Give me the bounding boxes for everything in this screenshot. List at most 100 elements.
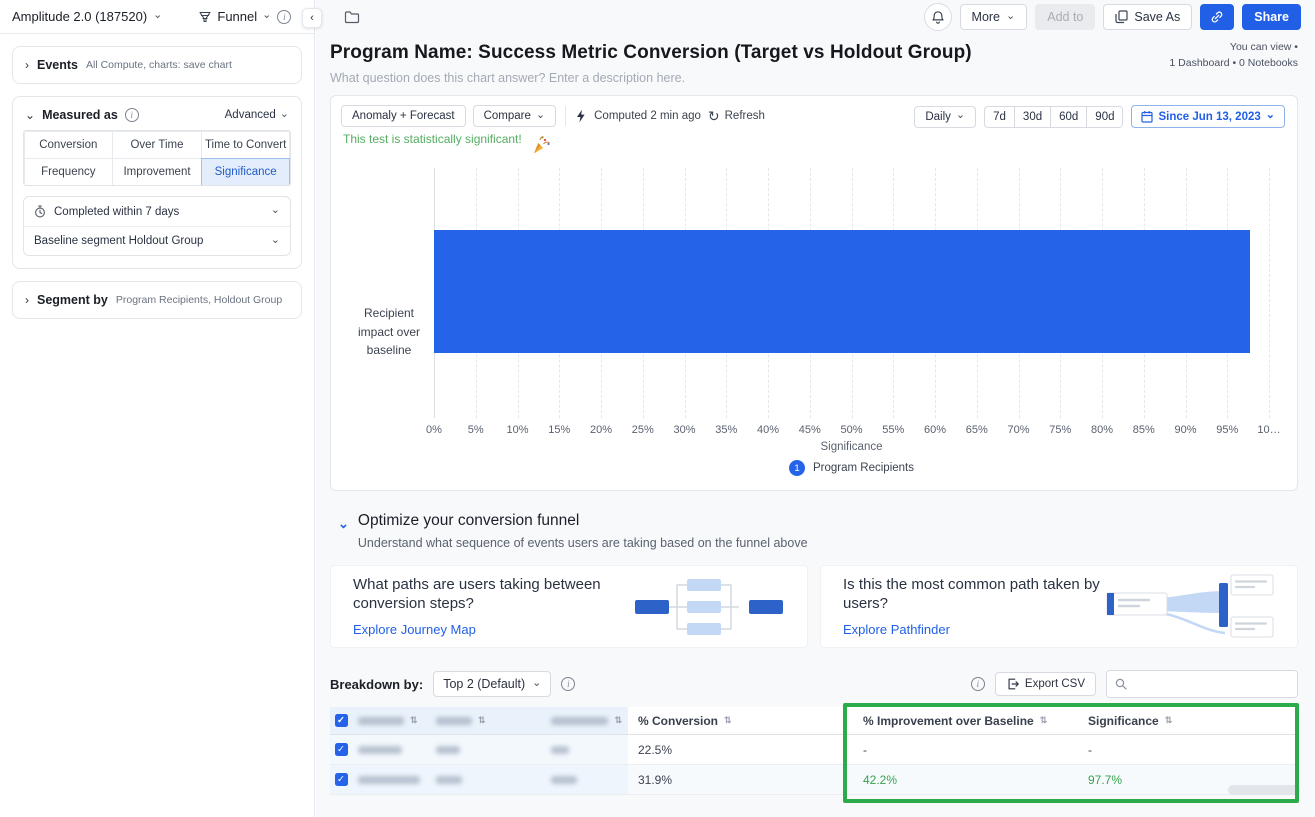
folder-icon[interactable] xyxy=(344,10,360,24)
copy-link-button[interactable] xyxy=(1200,4,1234,30)
search-input[interactable] xyxy=(1133,677,1289,691)
sidebar-header: Amplitude 2.0 (187520) ⌄ Funnel ⌄ i xyxy=(0,0,314,34)
explore-pathfinder-link[interactable]: Explore Pathfinder xyxy=(843,622,1105,637)
promo-cards: What paths are users taking between conv… xyxy=(330,565,1298,648)
range-7d-button[interactable]: 7d xyxy=(984,106,1015,128)
redacted-header-conversion[interactable]: ⇅ xyxy=(545,707,628,735)
title-block: Program Name: Success Metric Conversion … xyxy=(330,42,1298,85)
measured-as-label: Measured as xyxy=(42,108,118,122)
redacted-header-count[interactable]: ⇅ xyxy=(430,707,545,735)
chart-type-label: Funnel xyxy=(217,9,257,24)
segment-by-section[interactable]: › Segment by Program Recipients, Holdout… xyxy=(12,281,302,319)
description-placeholder[interactable]: What question does this chart answer? En… xyxy=(330,71,1298,85)
baseline-segment-dropdown[interactable]: Baseline segment Holdout Group ⌄ xyxy=(24,226,290,255)
info-icon[interactable]: i xyxy=(277,10,291,24)
range-30d-button[interactable]: 30d xyxy=(1014,106,1051,128)
usage-label[interactable]: 1 Dashboard • 0 Notebooks xyxy=(1169,56,1298,72)
sort-icon: ⇅ xyxy=(478,715,486,726)
chevron-down-icon: ⌄ xyxy=(1006,11,1015,22)
compare-button[interactable]: Compare⌄ xyxy=(473,105,557,127)
redacted-cell xyxy=(545,765,628,795)
chevron-down-icon: ⌄ xyxy=(536,110,545,121)
workspace-selector[interactable]: Amplitude 2.0 (187520) xyxy=(12,9,147,24)
chevron-down-icon: ⌄ xyxy=(271,205,280,216)
tab-significance[interactable]: Significance xyxy=(201,158,291,186)
info-icon[interactable]: i xyxy=(971,677,985,691)
party-popper-icon xyxy=(530,134,552,156)
chevron-down-icon[interactable]: ⌄ xyxy=(338,516,349,550)
explore-journey-map-link[interactable]: Explore Journey Map xyxy=(353,622,618,637)
row-checkbox[interactable]: ✓ xyxy=(330,735,352,765)
notifications-button[interactable] xyxy=(924,3,952,31)
anomaly-forecast-button[interactable]: Anomaly + Forecast xyxy=(341,105,466,127)
more-button[interactable]: More⌄ xyxy=(960,4,1028,30)
breakdown-selector[interactable]: Top 2 (Default)⌄ xyxy=(433,671,551,697)
export-csv-button[interactable]: Export CSV xyxy=(995,672,1096,696)
select-all-checkbox[interactable]: ✓ xyxy=(330,707,352,735)
redacted-cell xyxy=(430,765,545,795)
redacted-cell xyxy=(545,735,628,765)
chevron-down-icon: ⌄ xyxy=(262,10,271,21)
chart-card: Anomaly + Forecast Compare⌄ Computed 2 m… xyxy=(330,95,1298,491)
tab-frequency[interactable]: Frequency xyxy=(24,158,114,186)
journey-map-card[interactable]: What paths are users taking between conv… xyxy=(330,565,808,648)
lightning-icon[interactable] xyxy=(575,109,587,123)
chevron-right-icon: › xyxy=(25,58,29,72)
permission-label: You can view • xyxy=(1169,40,1298,56)
chevron-down-icon: ⌄ xyxy=(280,109,289,120)
tab-improvement[interactable]: Improvement xyxy=(112,158,202,186)
sidebar-collapse-button[interactable]: ‹ xyxy=(302,8,322,28)
info-icon[interactable]: i xyxy=(561,677,575,691)
tab-time-to-convert[interactable]: Time to Convert xyxy=(201,131,291,159)
page-title[interactable]: Program Name: Success Metric Conversion … xyxy=(330,42,1298,64)
significance-note: This test is statistically significant! xyxy=(343,132,552,156)
cell-conversion: 22.5% xyxy=(628,735,853,765)
x-axis-ticks: 0%5% 10%15% 20%25% 30%35% 40%45% 50%55% … xyxy=(434,424,1269,438)
funnel-icon xyxy=(198,10,212,24)
tab-conversion[interactable]: Conversion xyxy=(24,131,114,159)
cell-significance: - xyxy=(1078,735,1298,765)
header-pct-conversion[interactable]: % Conversion⇅ xyxy=(628,707,853,735)
chevron-down-icon: ⌄ xyxy=(153,10,162,21)
chevron-down-icon[interactable]: ⌄ xyxy=(25,108,35,122)
main-content: More⌄ Add to Save As Share Program Name:… xyxy=(316,0,1315,817)
chevron-down-icon: ⌄ xyxy=(532,678,541,689)
add-to-button: Add to xyxy=(1035,4,1095,30)
header-significance[interactable]: Significance⇅ xyxy=(1078,707,1298,735)
chart-legend[interactable]: 1 Program Recipients xyxy=(434,460,1269,476)
horizontal-scrollbar[interactable] xyxy=(1228,785,1300,795)
save-as-button[interactable]: Save As xyxy=(1103,4,1192,30)
events-section[interactable]: › Events All Compute, charts: save chart xyxy=(12,46,302,84)
info-icon[interactable]: i xyxy=(125,108,139,122)
refresh-button[interactable]: ↻Refresh xyxy=(708,108,765,125)
chevron-right-icon: › xyxy=(25,293,29,307)
chart-type-selector[interactable]: Funnel ⌄ xyxy=(198,9,271,24)
chevron-down-icon: ⌄ xyxy=(1266,110,1275,121)
main-topbar: More⌄ Add to Save As Share xyxy=(316,0,1315,34)
computed-timestamp: Computed 2 min ago xyxy=(594,110,701,122)
date-range-button[interactable]: Since Jun 13, 2023 ⌄ xyxy=(1131,105,1285,128)
completed-within-dropdown[interactable]: Completed within 7 days ⌄ xyxy=(24,197,290,226)
significance-bar[interactable] xyxy=(434,230,1250,353)
redacted-header-segment[interactable]: ⇅ xyxy=(352,707,430,735)
link-icon xyxy=(1210,10,1224,24)
header-pct-improvement[interactable]: % Improvement over Baseline⇅ xyxy=(853,707,1078,735)
range-group: 7d 30d 60d 90d xyxy=(984,106,1123,128)
cell-improvement: - xyxy=(853,735,1078,765)
sort-icon: ⇅ xyxy=(724,715,732,726)
breakdown-bar: Breakdown by: Top 2 (Default)⌄ i i Expor… xyxy=(330,670,1298,698)
tab-over-time[interactable]: Over Time xyxy=(112,131,202,159)
redacted-cell xyxy=(352,735,430,765)
events-summary: All Compute, charts: save chart xyxy=(86,59,232,71)
row-checkbox[interactable]: ✓ xyxy=(330,765,352,795)
interval-dropdown[interactable]: Daily⌄ xyxy=(914,106,976,128)
table-search[interactable] xyxy=(1106,670,1298,698)
cell-improvement: 42.2% xyxy=(853,765,1078,795)
range-90d-button[interactable]: 90d xyxy=(1086,106,1123,128)
share-button[interactable]: Share xyxy=(1242,4,1301,30)
bell-icon xyxy=(931,10,945,25)
pathfinder-card[interactable]: Is this the most common path taken by us… xyxy=(820,565,1298,648)
range-60d-button[interactable]: 60d xyxy=(1050,106,1087,128)
export-icon xyxy=(1006,677,1020,691)
advanced-dropdown[interactable]: Advanced⌄ xyxy=(225,109,289,121)
